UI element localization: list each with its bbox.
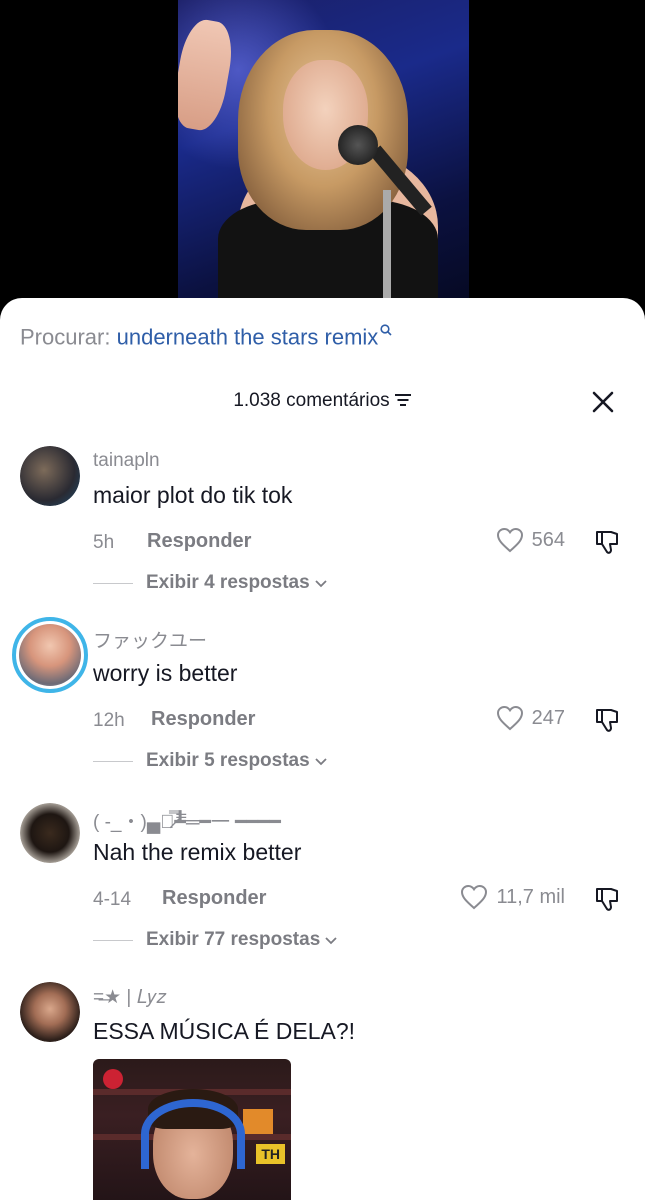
like-button[interactable]: 11,7 mil [460,884,565,910]
comment-username[interactable]: =̶★ | 𝐿𝑦𝑧 [93,986,166,1009]
view-replies-button[interactable]: Exibir 4 respostas [93,572,328,594]
comment-text: ESSA MÚSICA É DELA?! [93,1018,356,1044]
comments-count: 1.038 comentários [233,390,390,411]
search-icon [380,324,392,336]
heart-icon [496,705,523,731]
reply-button[interactable]: Responder [151,708,255,731]
comment-text: Nah the remix better [93,839,302,865]
search-suggestion[interactable]: Procurar: underneath the stars remix [20,324,392,350]
comment-username[interactable]: ( -_・)▄︻̷̿┻̿═━一 ━━━━ [93,807,281,834]
thumbs-down-icon[interactable] [593,528,621,556]
headset [141,1099,245,1169]
divider-line [93,582,133,584]
image-sign: TH [256,1144,285,1164]
view-replies-label: Exibir 4 respostas [146,572,310,593]
reply-button[interactable]: Responder [147,530,251,553]
heart-icon [496,527,523,553]
comment-time: 4-14 [93,889,132,910]
comment-username[interactable]: tainapln [93,450,160,472]
comment-text: maior plot do tik tok [93,482,293,508]
chevron-down-icon [325,937,337,945]
comment-attached-image[interactable]: TH [93,1059,291,1200]
thumbs-down-icon[interactable] [593,706,621,734]
comment-username[interactable]: ファックユー [93,626,207,653]
avatar[interactable] [20,803,80,863]
thumbs-down-icon[interactable] [593,885,621,913]
comment-time: 12h [93,710,125,731]
video-player[interactable] [178,0,469,320]
like-count: 247 [531,706,565,729]
view-replies-button[interactable]: Exibir 77 respostas [93,929,338,951]
reply-button[interactable]: Responder [162,887,266,910]
chevron-down-icon [315,758,327,766]
view-replies-label: Exibir 77 respostas [146,929,321,950]
close-icon[interactable] [591,390,615,414]
search-prefix: Procurar: [20,324,111,350]
heart-icon [461,884,488,910]
divider-line [93,939,133,941]
avatar[interactable] [20,982,80,1042]
like-count: 11,7 mil [496,885,565,908]
like-button[interactable]: 247 [496,705,565,731]
divider-line [93,760,133,762]
avatar-story-ring[interactable] [12,617,88,693]
view-replies-button[interactable]: Exibir 5 respostas [93,750,328,772]
avatar[interactable] [20,446,80,506]
like-button[interactable]: 564 [496,527,565,553]
comments-header: 1.038 comentários [0,390,645,412]
toy [103,1069,123,1089]
view-replies-label: Exibir 5 respostas [146,750,310,771]
toy [243,1109,273,1134]
search-query-link[interactable]: underneath the stars remix [117,324,379,349]
microphone [338,125,378,165]
comment-time: 5h [93,532,115,553]
chevron-down-icon [315,580,327,588]
sort-filter-icon[interactable] [394,393,412,407]
like-count: 564 [531,528,565,551]
comment-text: worry is better [93,660,238,686]
